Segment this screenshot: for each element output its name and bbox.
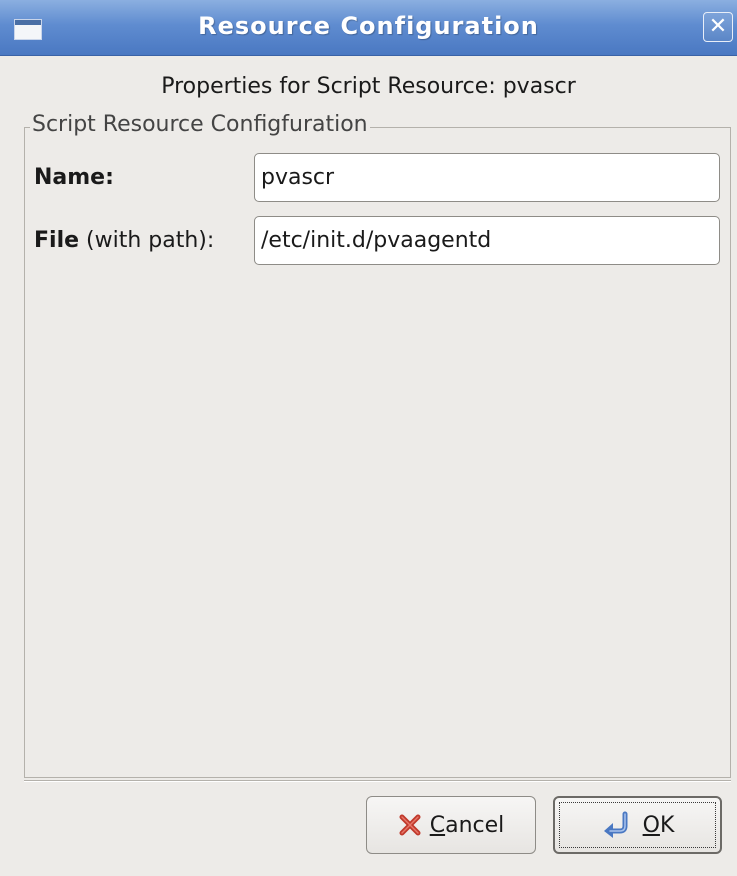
file-label-suffix: (with path): — [79, 228, 215, 253]
window-title: Resource Configuration — [198, 12, 539, 40]
close-icon: ✕ — [708, 14, 728, 39]
ok-button-label: OK — [643, 813, 675, 838]
ok-mnemonic: O — [642, 812, 660, 838]
name-label: Name: — [34, 165, 114, 190]
focus-ring — [559, 802, 716, 848]
cancel-x-icon — [399, 814, 421, 836]
file-label: File (with path): — [34, 228, 214, 253]
resource-configuration-dialog: Resource Configuration ✕ Properties for … — [0, 0, 737, 876]
button-area-separator — [24, 780, 731, 782]
file-label-bold: File — [34, 228, 80, 253]
cancel-button-label: Cancel — [430, 813, 505, 838]
close-button[interactable]: ✕ — [703, 12, 733, 42]
ok-label-rest: K — [659, 812, 675, 838]
cancel-label-rest: ancel — [445, 812, 505, 838]
ok-button[interactable]: OK — [553, 796, 722, 854]
title-bar[interactable]: Resource Configuration ✕ — [0, 0, 737, 56]
cancel-button[interactable]: Cancel — [366, 796, 536, 854]
file-path-input[interactable] — [254, 216, 720, 265]
return-arrow-icon — [603, 811, 628, 838]
window-icon[interactable] — [14, 19, 42, 40]
frame-legend: Script Resource Configfuration — [30, 112, 370, 137]
name-label-bold: Name: — [34, 165, 114, 190]
dialog-header: Properties for Script Resource: pvascr — [161, 74, 576, 99]
name-input[interactable] — [254, 153, 720, 202]
cancel-mnemonic: C — [429, 812, 446, 838]
